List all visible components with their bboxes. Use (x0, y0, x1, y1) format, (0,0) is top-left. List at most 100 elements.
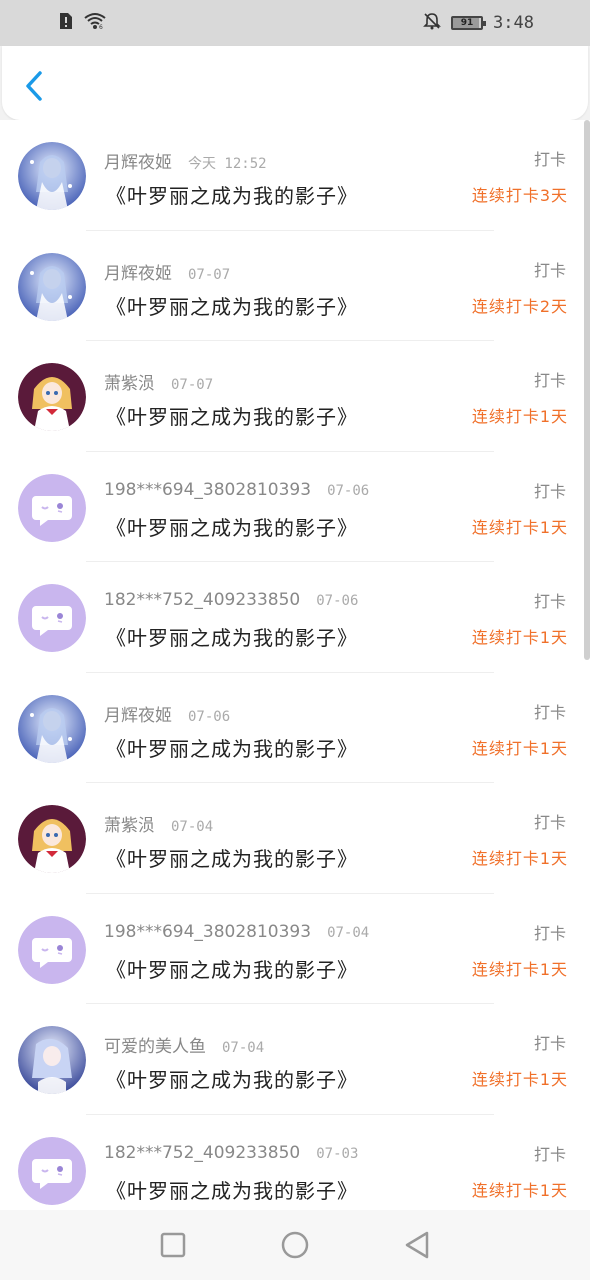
book-title: 《叶罗丽之成为我的影子》 (106, 626, 358, 650)
avatar[interactable] (18, 694, 86, 763)
back-button[interactable] (22, 68, 50, 104)
post-date: 今天 12:52 (188, 156, 267, 172)
post-date: 07-06 (327, 482, 370, 499)
user-name[interactable]: 182***752_409233850 (104, 1143, 300, 1163)
name-line: 198***694_3802810393 07-04 (104, 922, 369, 942)
user-name[interactable]: 萧紫涢 (104, 369, 155, 394)
streak-label: 连续打卡1天 (471, 959, 568, 979)
book-title: 《叶罗丽之成为我的影子》 (106, 515, 358, 540)
avatar[interactable] (18, 473, 86, 542)
name-line: 198***694_3802810393 07-06 (104, 480, 369, 500)
list-item[interactable]: 月辉夜姬 今天 12:52 《叶罗丽之成为我的影子》 打卡 连续打卡3天 (0, 120, 584, 231)
post-date: 07-06 (188, 708, 231, 725)
app-header (2, 46, 588, 120)
status-left: 6 (58, 12, 106, 34)
book-title: 《叶罗丽之成为我的影子》 (106, 405, 358, 429)
list-item[interactable]: 198***694_3802810393 07-04 《叶罗丽之成为我的影子》 … (0, 894, 584, 1004)
list-item[interactable]: 月辉夜姬 07-07 《叶罗丽之成为我的影子》 打卡 连续打卡2天 (0, 231, 584, 341)
scrollbar-thumb[interactable] (584, 120, 590, 660)
scrollbar[interactable] (584, 120, 590, 1210)
user-name[interactable]: 可爱的美人鱼 (104, 1032, 206, 1057)
post-date: 07-04 (327, 924, 370, 941)
checkin-tag: 打卡 (533, 702, 566, 722)
battery-icon: 91 (451, 16, 487, 30)
name-line: 可爱的美人鱼 07-04 (104, 1032, 264, 1057)
list-item[interactable]: 182***752_409233850 07-06 《叶罗丽之成为我的影子》 打… (0, 562, 584, 673)
streak-label: 连续打卡3天 (471, 186, 568, 205)
battery-level: 91 (460, 18, 474, 28)
name-line: 182***752_409233850 07-06 (104, 590, 358, 610)
name-line: 182***752_409233850 07-03 (104, 1143, 358, 1163)
avatar[interactable] (18, 1136, 86, 1205)
recents-button[interactable] (158, 1230, 188, 1260)
book-title: 《叶罗丽之成为我的影子》 (106, 957, 358, 982)
wifi-icon: 6 (84, 12, 106, 34)
streak-label: 连续打卡2天 (471, 296, 568, 316)
mute-bell-icon (423, 12, 441, 34)
checkin-tag: 打卡 (533, 150, 566, 169)
streak-label: 连续打卡1天 (471, 517, 568, 537)
book-title: 《叶罗丽之成为我的影子》 (106, 1068, 358, 1092)
status-right: 91 3:48 (423, 12, 534, 34)
name-line: 萧紫涢 07-07 (104, 369, 213, 394)
list-item[interactable]: 182***752_409233850 07-03 《叶罗丽之成为我的影子》 打… (0, 1115, 584, 1211)
system-nav-bar (0, 1210, 590, 1280)
streak-label: 连续打卡1天 (471, 1070, 568, 1089)
user-name[interactable]: 月辉夜姬 (104, 148, 172, 173)
streak-label: 连续打卡1天 (471, 628, 568, 647)
avatar[interactable] (18, 1026, 86, 1094)
user-name[interactable]: 198***694_3802810393 (104, 480, 311, 500)
list-item[interactable]: 月辉夜姬 07-06 《叶罗丽之成为我的影子》 打卡 连续打卡1天 (0, 673, 584, 783)
book-title: 《叶罗丽之成为我的影子》 (106, 847, 358, 871)
triangle-back-icon (405, 1231, 429, 1259)
post-date: 07-03 (316, 1145, 359, 1162)
streak-label: 连续打卡1天 (471, 407, 568, 426)
svg-text:6: 6 (99, 24, 103, 30)
name-line: 月辉夜姬 今天 12:52 (104, 148, 267, 173)
streak-label: 连续打卡1天 (471, 849, 568, 868)
book-title: 《叶罗丽之成为我的影子》 (106, 736, 358, 761)
post-date: 07-04 (222, 1040, 265, 1056)
avatar[interactable] (18, 252, 86, 321)
avatar[interactable] (18, 805, 86, 873)
post-date: 07-07 (188, 266, 231, 283)
list-item[interactable]: 可爱的美人鱼 07-04 《叶罗丽之成为我的影子》 打卡 连续打卡1天 (0, 1004, 584, 1115)
home-button[interactable] (280, 1230, 310, 1260)
name-line: 月辉夜姬 07-07 (104, 259, 230, 284)
square-icon (160, 1232, 186, 1258)
status-time: 3:48 (493, 13, 534, 33)
avatar[interactable] (18, 584, 86, 652)
status-bar: 6 91 3:48 (0, 0, 590, 46)
checkin-tag: 打卡 (533, 592, 566, 611)
name-line: 月辉夜姬 07-06 (104, 701, 230, 726)
user-name[interactable]: 182***752_409233850 (104, 590, 300, 610)
avatar[interactable] (18, 363, 86, 431)
list-item[interactable]: 198***694_3802810393 07-06 《叶罗丽之成为我的影子》 … (0, 452, 584, 562)
checkin-tag: 打卡 (533, 481, 566, 501)
post-date: 07-07 (171, 377, 214, 393)
streak-label: 连续打卡1天 (471, 1180, 568, 1200)
user-name[interactable]: 198***694_3802810393 (104, 922, 311, 942)
checkin-tag: 打卡 (533, 260, 566, 280)
user-name[interactable]: 萧紫涢 (104, 811, 155, 836)
list-item[interactable]: 萧紫涢 07-07 《叶罗丽之成为我的影子》 打卡 连续打卡1天 (0, 341, 584, 452)
system-back-button[interactable] (402, 1230, 432, 1260)
user-name[interactable]: 月辉夜姬 (104, 701, 172, 726)
checkin-list[interactable]: 月辉夜姬 今天 12:52 《叶罗丽之成为我的影子》 打卡 连续打卡3天 月辉夜… (0, 120, 584, 1210)
name-line: 萧紫涢 07-04 (104, 811, 213, 836)
avatar[interactable] (18, 142, 86, 210)
checkin-tag: 打卡 (533, 923, 566, 943)
book-title: 《叶罗丽之成为我的影子》 (106, 1178, 358, 1203)
checkin-tag: 打卡 (533, 1034, 566, 1053)
circle-icon (281, 1231, 309, 1259)
avatar[interactable] (18, 915, 86, 984)
book-title: 《叶罗丽之成为我的影子》 (106, 184, 358, 208)
checkin-tag: 打卡 (533, 1144, 566, 1164)
sim-alert-icon (58, 12, 74, 34)
post-date: 07-04 (171, 819, 214, 835)
checkin-tag: 打卡 (533, 371, 566, 390)
list-item[interactable]: 萧紫涢 07-04 《叶罗丽之成为我的影子》 打卡 连续打卡1天 (0, 783, 584, 894)
post-date: 07-06 (316, 593, 359, 609)
user-name[interactable]: 月辉夜姬 (104, 259, 172, 284)
checkin-tag: 打卡 (533, 813, 566, 832)
